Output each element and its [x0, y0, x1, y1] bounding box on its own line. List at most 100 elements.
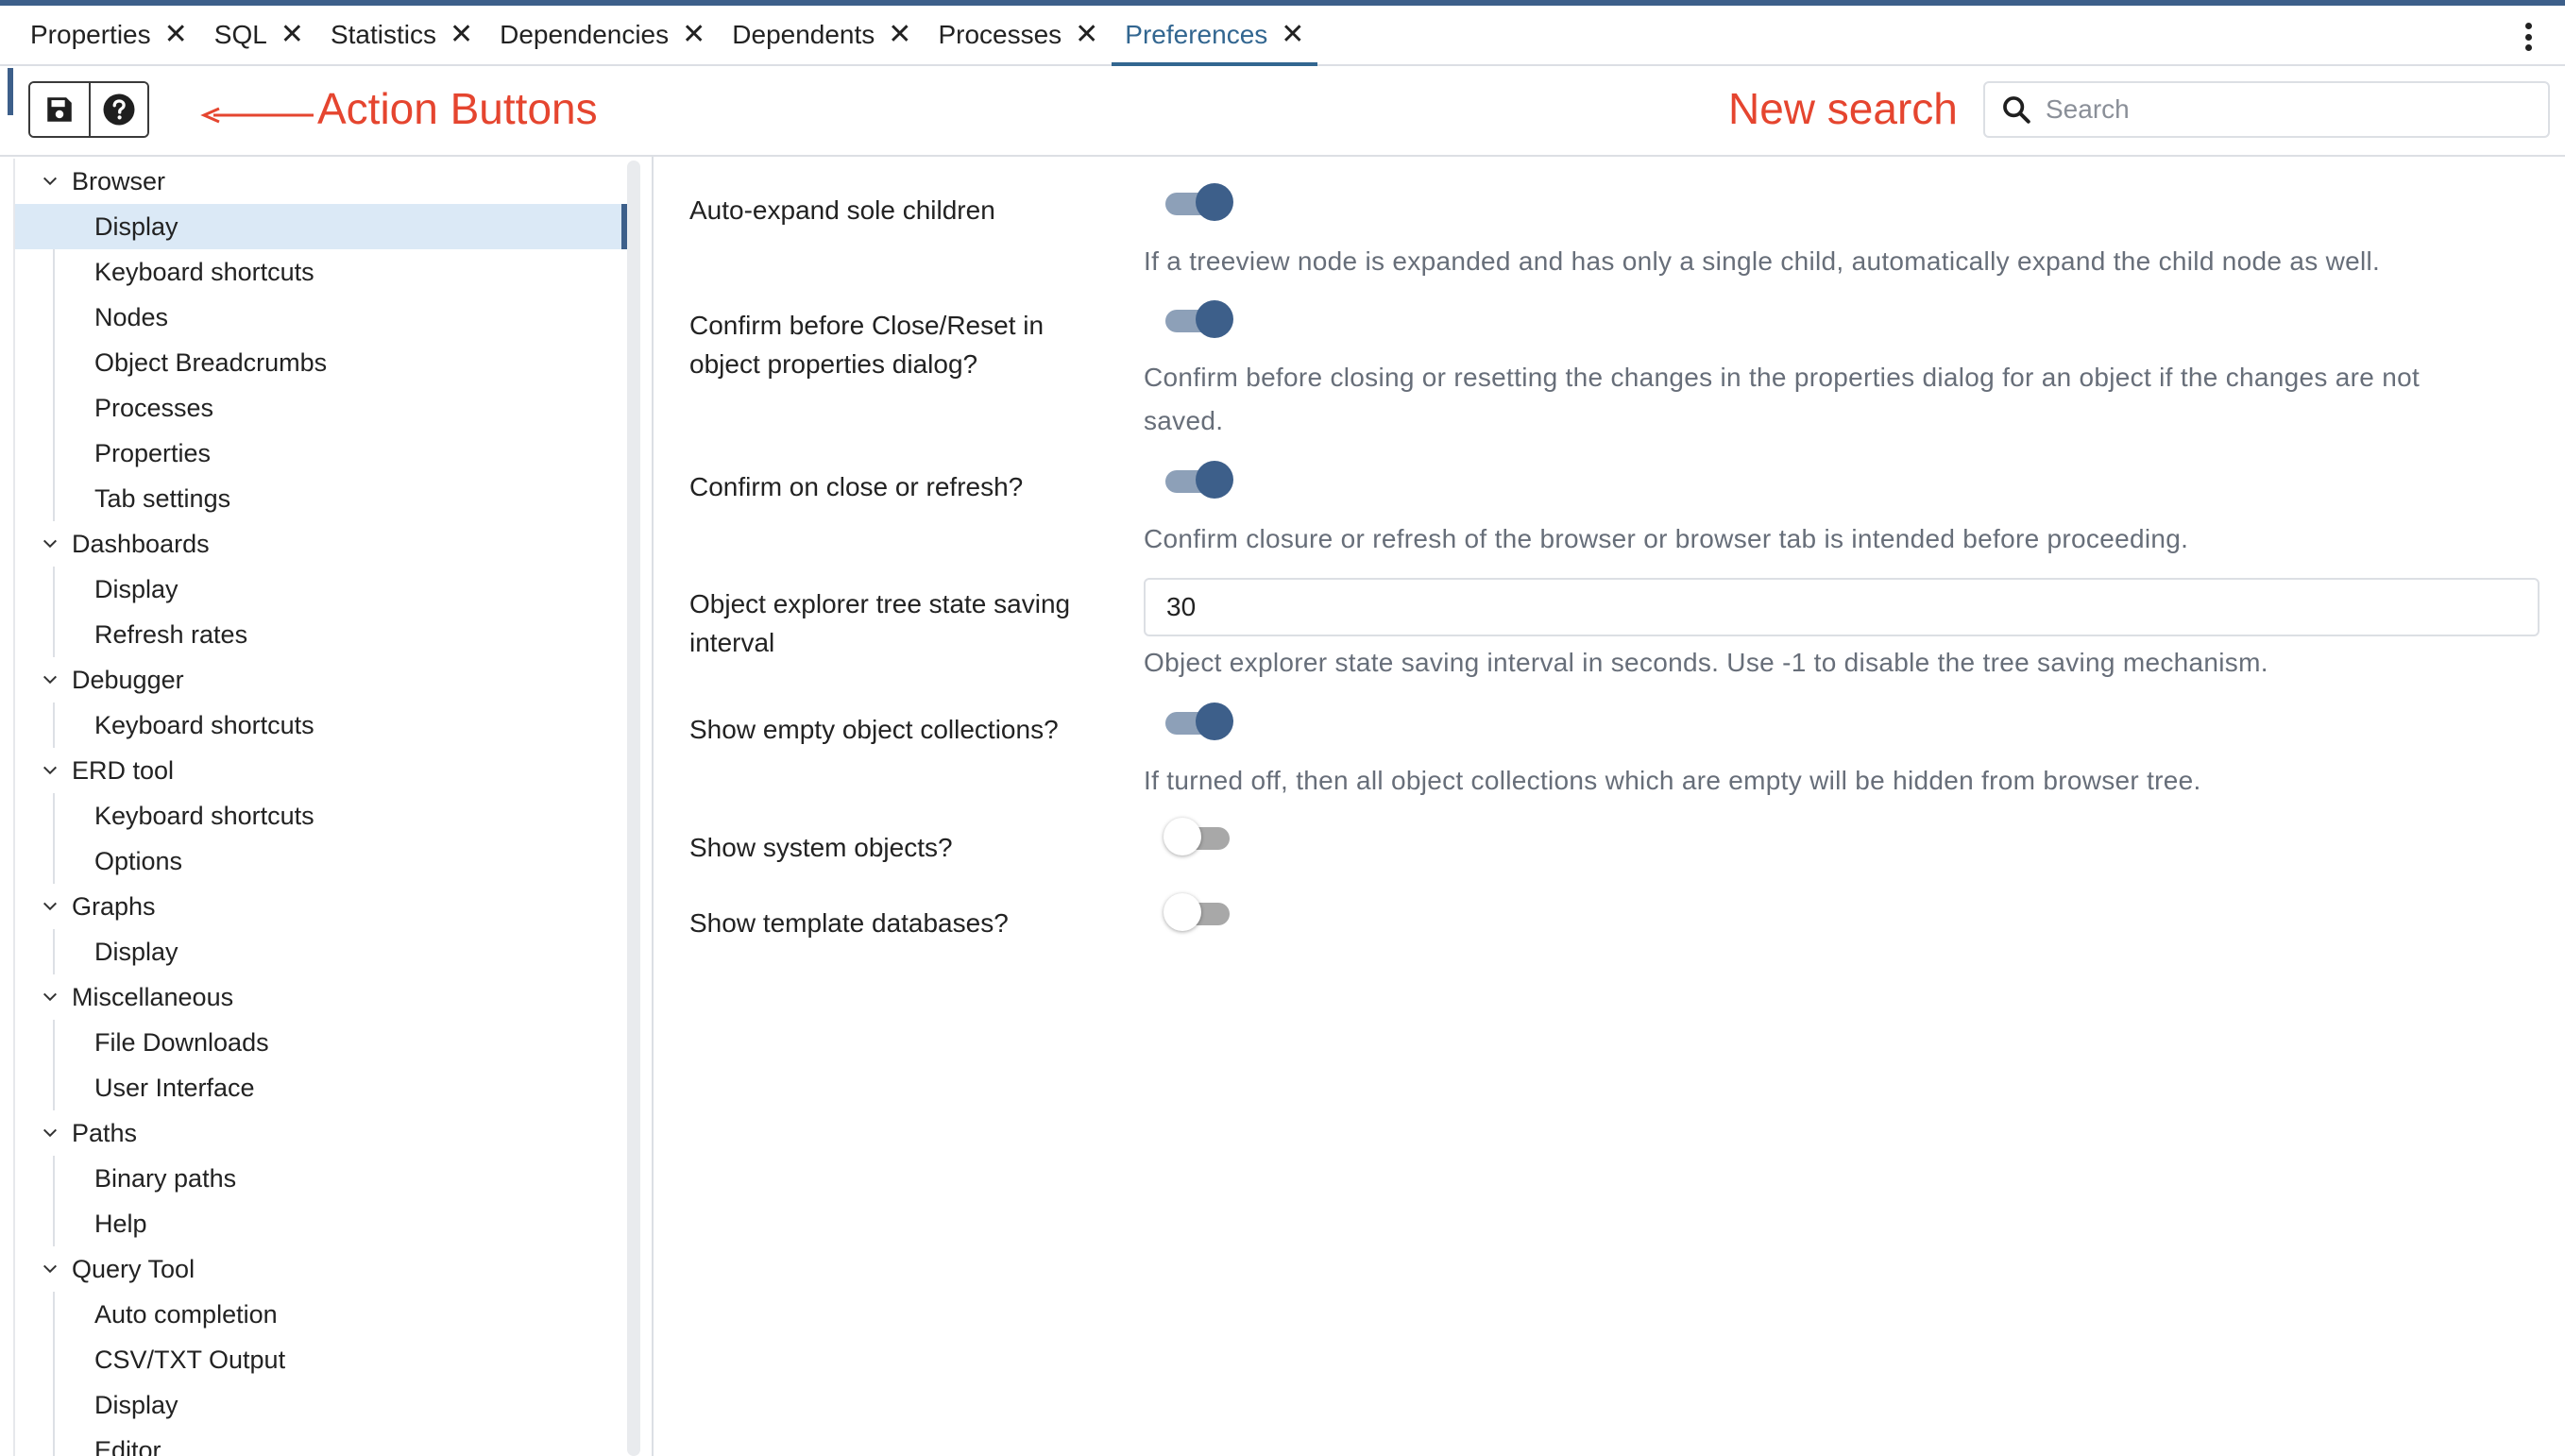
tab-preferences[interactable]: Preferences ✕ [1112, 6, 1318, 66]
tree-item-browser-nodes[interactable]: Nodes [15, 295, 627, 340]
search-input[interactable] [2046, 94, 2537, 125]
show-template-databases-toggle[interactable] [1164, 891, 1235, 933]
tree-group-miscellaneous[interactable]: Miscellaneous [15, 974, 627, 1020]
tree-item-erd-tool-keyboard-shortcuts[interactable]: Keyboard shortcuts [15, 793, 627, 838]
tree-group-label: Dashboards [72, 529, 210, 558]
tree-item-browser-display[interactable]: Display [15, 204, 627, 249]
tree-item-dashboards-display[interactable]: Display [15, 567, 627, 612]
tree-item-paths-binary-paths[interactable]: Binary paths [15, 1156, 627, 1201]
settings-panel: Auto-expand sole children If a treeview … [654, 159, 2565, 1456]
chevron-down-icon[interactable] [42, 762, 60, 779]
tree-item-erd-tool-options[interactable]: Options [15, 838, 627, 884]
tree-item-miscellaneous-user-interface[interactable]: User Interface [15, 1065, 627, 1110]
tree-item-label: Object Breadcrumbs [94, 347, 328, 377]
tree-group-dashboards[interactable]: Dashboards [15, 521, 627, 567]
tree-item-browser-tab-settings[interactable]: Tab settings [15, 476, 627, 521]
chevron-down-icon[interactable] [42, 1261, 60, 1278]
tree-item-label: Options [94, 846, 183, 875]
setting-label-show-template-databases: Show template databases? [689, 908, 1009, 938]
annotation-arrow-icon [200, 107, 314, 124]
close-icon[interactable]: ✕ [1075, 21, 1098, 49]
tree-group-paths[interactable]: Paths [15, 1110, 627, 1156]
setting-label-show-system-objects: Show system objects? [689, 833, 953, 862]
close-icon[interactable]: ✕ [450, 21, 473, 49]
question-circle-icon [103, 93, 135, 126]
setting-help-confirm-close-reset: Confirm before closing or resetting the … [1144, 356, 2541, 443]
tab-dependents[interactable]: Dependents ✕ [719, 6, 925, 64]
setting-help-confirm-close-refresh: Confirm closure or refresh of the browse… [1144, 524, 2189, 553]
tab-label: SQL [213, 20, 267, 49]
tree-item-label: Editor [94, 1435, 161, 1456]
help-button[interactable] [89, 83, 147, 136]
close-icon[interactable]: ✕ [280, 21, 304, 49]
setting-help-tree-state-interval: Object explorer state saving interval in… [1144, 648, 2268, 677]
tree-item-label: File Downloads [94, 1027, 269, 1057]
tree-group-label: Graphs [72, 891, 156, 921]
tree-item-browser-processes[interactable]: Processes [15, 385, 627, 431]
tab-properties[interactable]: Properties ✕ [17, 6, 201, 64]
tab-processes[interactable]: Processes ✕ [925, 6, 1112, 64]
tree-item-dashboards-refresh-rates[interactable]: Refresh rates [15, 612, 627, 657]
save-button[interactable] [30, 83, 89, 136]
show-empty-collections-toggle[interactable] [1164, 701, 1235, 742]
chevron-down-icon[interactable] [42, 898, 60, 915]
tab-dependencies[interactable]: Dependencies ✕ [486, 6, 719, 64]
tree-item-label: CSV/TXT Output [94, 1345, 286, 1374]
tree-item-query-tool-auto-completion[interactable]: Auto completion [15, 1292, 627, 1337]
tree-group-label: Miscellaneous [72, 982, 234, 1011]
tree-state-interval-input[interactable] [1144, 578, 2540, 636]
confirm-close-refresh-toggle[interactable] [1164, 459, 1235, 500]
chevron-down-icon[interactable] [42, 989, 60, 1006]
chevron-down-icon[interactable] [42, 535, 60, 552]
tree-item-query-tool-csv-txt-output[interactable]: CSV/TXT Output [15, 1337, 627, 1382]
tree-item-label: Processes [94, 393, 214, 422]
tree-item-query-tool-editor[interactable]: Editor [15, 1428, 627, 1456]
tree-group-query-tool[interactable]: Query Tool [15, 1246, 627, 1292]
tree-item-label: Refresh rates [94, 619, 248, 649]
tree-item-miscellaneous-file-downloads[interactable]: File Downloads [15, 1020, 627, 1065]
tab-sql[interactable]: SQL ✕ [201, 6, 317, 64]
tree-item-label: Binary paths [94, 1163, 237, 1193]
close-icon[interactable]: ✕ [682, 21, 705, 49]
tree-item-graphs-display[interactable]: Display [15, 929, 627, 974]
label-line: interval [689, 628, 775, 657]
chevron-down-icon[interactable] [42, 671, 60, 688]
tree-group-label: Browser [72, 166, 166, 195]
tree-scrollbar[interactable] [627, 161, 640, 1456]
tree-item-label: Display [94, 937, 178, 966]
tree-item-browser-object-breadcrumbs[interactable]: Object Breadcrumbs [15, 340, 627, 385]
chevron-down-icon[interactable] [42, 1125, 60, 1142]
tree-item-debugger-keyboard-shortcuts[interactable]: Keyboard shortcuts [15, 703, 627, 748]
help-line: saved. [1144, 406, 1224, 435]
tree-item-browser-properties[interactable]: Properties [15, 431, 627, 476]
tree-group-graphs[interactable]: Graphs [15, 884, 627, 929]
tab-statistics[interactable]: Statistics ✕ [317, 6, 486, 64]
chevron-down-icon[interactable] [42, 173, 60, 190]
tree-group-erd-tool[interactable]: ERD tool [15, 748, 627, 793]
tab-label: Dependents [732, 20, 875, 49]
tree-group-debugger[interactable]: Debugger [15, 657, 627, 703]
setting-label-confirm-close-reset: Confirm before Close/Reset in object pro… [689, 306, 1105, 383]
floppy-disk-icon [47, 97, 72, 122]
show-system-objects-toggle[interactable] [1164, 816, 1235, 857]
tab-label: Statistics [330, 20, 436, 49]
action-button-group [28, 81, 149, 138]
setting-help-show-empty-collections: If turned off, then all object collectio… [1144, 766, 2201, 795]
tree-item-label: Display [94, 574, 178, 603]
label-line: Confirm before Close/Reset in [689, 311, 1045, 340]
close-icon[interactable]: ✕ [888, 21, 911, 49]
close-icon[interactable]: ✕ [164, 21, 188, 49]
confirm-close-reset-toggle[interactable] [1164, 298, 1235, 340]
tree-item-label: Properties [94, 438, 212, 467]
tree-item-query-tool-display[interactable]: Display [15, 1382, 627, 1428]
help-line: Confirm before closing or resetting the … [1144, 363, 2421, 392]
tree-item-label: Keyboard shortcuts [94, 710, 314, 739]
close-icon[interactable]: ✕ [1281, 21, 1304, 49]
tree-group-browser[interactable]: Browser [15, 159, 627, 204]
auto-expand-toggle[interactable] [1164, 181, 1235, 223]
tree-item-label: Keyboard shortcuts [94, 801, 314, 830]
tree-item-browser-keyboard-shortcuts[interactable]: Keyboard shortcuts [15, 249, 627, 295]
more-options-icon[interactable] [2525, 23, 2533, 51]
search-box[interactable] [1983, 81, 2550, 138]
tree-item-paths-help[interactable]: Help [15, 1201, 627, 1246]
